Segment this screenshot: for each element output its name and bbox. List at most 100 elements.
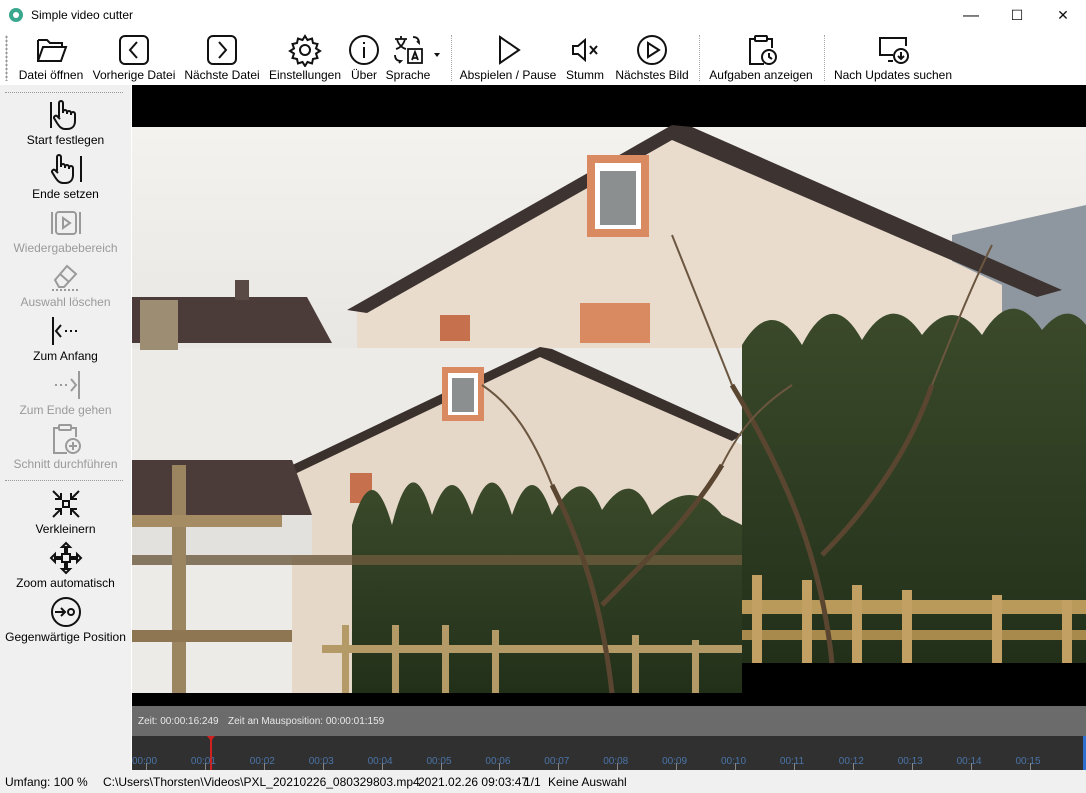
zoom-out-button[interactable]: Verkleinern [0, 487, 131, 539]
file-path: C:\Users\Thorsten\Videos\PXL_20210226_08… [103, 775, 420, 789]
timeline-tick [676, 763, 678, 770]
open-file-button[interactable]: Datei öffnen [14, 33, 88, 83]
timeline-tick [970, 763, 972, 770]
timeline-tick-label: 00:13 [897, 756, 923, 767]
timeline-tick-label: 00:03 [308, 756, 334, 767]
timeline-tick-label: 00:05 [426, 756, 452, 767]
toolbar-separator [451, 35, 452, 81]
title-bar: Simple video cutter — ☐ ✕ [0, 0, 1086, 31]
go-end-icon [54, 371, 80, 399]
previous-file-button[interactable]: Vorherige Datei [90, 33, 178, 83]
zoom-status: Umfang: 100 % [5, 775, 88, 789]
go-end-button[interactable]: Zum Ende gehen [0, 368, 131, 420]
minimize-button[interactable]: — [948, 0, 994, 31]
play-icon [499, 35, 521, 65]
settings-button[interactable]: Einstellungen [266, 33, 344, 83]
eraser-icon [51, 264, 80, 291]
clear-selection-label: Auswahl löschen [20, 295, 111, 309]
file-count: 1/1 [524, 775, 541, 789]
toolbar-separator [824, 35, 825, 81]
timeline-tick [911, 763, 913, 770]
play-range-button[interactable]: Wiedergabebereich [0, 206, 131, 258]
close-button[interactable]: ✕ [1040, 0, 1086, 31]
set-start-label: Start festlegen [26, 133, 105, 147]
play-pause-button[interactable]: Abspielen / Pause [458, 33, 558, 83]
language-button[interactable]: Sprache [385, 33, 431, 83]
show-tasks-label: Aufgaben anzeigen [709, 68, 813, 82]
target-position-icon [50, 597, 81, 627]
zoom-auto-button[interactable]: Zoom automatisch [0, 541, 131, 593]
timeline-tick [440, 763, 442, 770]
video-player[interactable] [132, 85, 1086, 706]
timeline-tick-label: 00:02 [249, 756, 275, 767]
monitor-download-icon [879, 37, 909, 64]
sidebar-separator [5, 480, 123, 481]
timeline-tick [381, 763, 383, 770]
app-icon [9, 8, 23, 22]
check-updates-label: Nach Updates suchen [833, 68, 953, 82]
toolbar: Datei öffnen Vorherige Datei Nächste Dat… [0, 31, 1086, 85]
timeline-tick-label: 00:07 [544, 756, 570, 767]
toolbar-separator [699, 35, 700, 81]
settings-label: Einstellungen [268, 68, 342, 82]
timeline-tick [263, 763, 265, 770]
timeline-tick-label: 00:01 [190, 756, 216, 767]
chevron-right-icon [207, 35, 237, 65]
timeline-tick-label: 00:14 [956, 756, 982, 767]
go-start-icon [51, 317, 77, 345]
show-tasks-button[interactable]: Aufgaben anzeigen [706, 33, 816, 83]
play-pause-label: Abspielen / Pause [459, 68, 557, 82]
shrink-arrows-icon [51, 490, 80, 518]
timeline-tick [499, 763, 501, 770]
sidebar: Start festlegen Ende setzen Wiedergabebe… [0, 85, 131, 770]
timeline-tick-label: 00:12 [838, 756, 864, 767]
timeline-tick-label: 00:06 [485, 756, 511, 767]
hand-pointer-end-icon [50, 154, 82, 184]
timeline-tick-label: 00:10 [721, 756, 747, 767]
previous-file-label: Vorherige Datei [92, 68, 176, 82]
next-file-button[interactable]: Nächste Datei [182, 33, 262, 83]
mute-button[interactable]: Stumm [562, 33, 608, 83]
perform-cut-label: Schnitt durchführen [13, 457, 118, 471]
folder-open-icon [37, 39, 68, 62]
selection-status: Keine Auswahl [548, 775, 627, 789]
timeline-tick [558, 763, 560, 770]
file-datetime: 2021.02.26 09:03:47 [418, 775, 529, 789]
timeline-tick [735, 763, 736, 770]
timeline-tick-label: 00:15 [1015, 756, 1041, 767]
current-position-label: Gegenwärtige Position [5, 630, 126, 644]
toolbar-grip[interactable] [5, 35, 8, 81]
window-title: Simple video cutter [31, 8, 134, 22]
go-start-button[interactable]: Zum Anfang [0, 314, 131, 366]
play-range-label: Wiedergabebereich [13, 241, 118, 255]
current-position-button[interactable]: Gegenwärtige Position [0, 595, 131, 647]
clear-selection-button[interactable]: Auswahl löschen [0, 260, 131, 312]
next-file-label: Nächste Datei [184, 68, 260, 82]
about-button[interactable]: Über [346, 33, 382, 83]
status-bar: Umfang: 100 % C:\Users\Thorsten\Videos\P… [0, 770, 1086, 793]
timeline-tick [204, 763, 206, 770]
timeline-tick-label: 00:09 [662, 756, 688, 767]
set-start-button[interactable]: Start festlegen [0, 98, 131, 150]
check-updates-button[interactable]: Nach Updates suchen [831, 33, 955, 83]
timeline-tick-label: 00:11 [779, 756, 805, 767]
about-label: Über [350, 68, 377, 82]
timeline-tick [852, 763, 854, 770]
open-file-label: Datei öffnen [18, 68, 84, 82]
next-frame-button[interactable]: Nächstes Bild [612, 33, 692, 83]
go-start-label: Zum Anfang [33, 349, 98, 363]
timeline[interactable]: 00:00 00:01 00:02 00:03 00:04 00:05 00:06 00:07… [132, 736, 1086, 770]
play-range-icon [50, 211, 81, 235]
timeline-tick [146, 763, 147, 770]
time-info-bar: Zeit: 00:00:16:249 Zeit an Mausposition:… [132, 706, 1086, 736]
zoom-out-label: Verkleinern [35, 522, 96, 536]
maximize-button[interactable]: ☐ [994, 0, 1040, 31]
sidebar-separator [5, 92, 123, 93]
set-end-button[interactable]: Ende setzen [0, 152, 131, 204]
current-time: Zeit: 00:00:16:249 [138, 716, 219, 727]
perform-cut-button[interactable]: Schnitt durchführen [0, 422, 131, 474]
dropdown-arrow-icon[interactable] [434, 53, 440, 57]
play-circle-icon [637, 35, 667, 65]
video-frame [132, 125, 1086, 694]
go-end-label: Zum Ende gehen [19, 403, 112, 417]
